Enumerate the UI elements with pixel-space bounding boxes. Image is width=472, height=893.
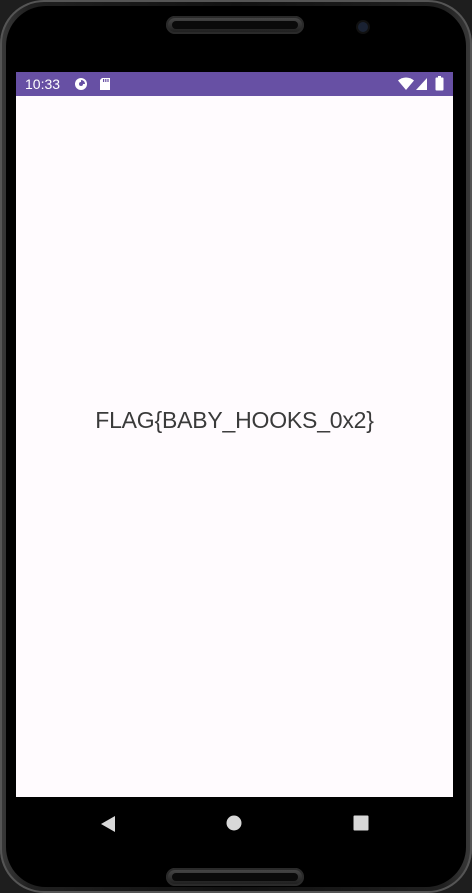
wifi-icon [398,77,414,90]
battery-icon [435,76,444,91]
data-saver-icon [75,78,87,90]
device-screen: 10:33 FLAG{BABY_HOOKS_0x2} [16,72,453,848]
front-camera [358,22,368,32]
flag-message: FLAG{BABY_HOOKS_0x2} [95,407,374,433]
cell-signal-icon [416,78,427,90]
top-speaker-grille [166,16,304,34]
home-icon[interactable] [226,815,242,831]
bottom-speaker-grille [166,868,304,886]
phone-frame: 10:33 FLAG{BABY_HOOKS_0x2} [0,0,472,893]
sd-card-icon [100,78,110,90]
status-time: 10:33 [25,76,61,92]
app-content: FLAG{BABY_HOOKS_0x2} [16,96,453,797]
recents-icon[interactable] [353,815,369,831]
back-icon[interactable] [100,815,116,833]
navigation-bar [16,797,453,848]
status-bar: 10:33 [16,72,453,96]
